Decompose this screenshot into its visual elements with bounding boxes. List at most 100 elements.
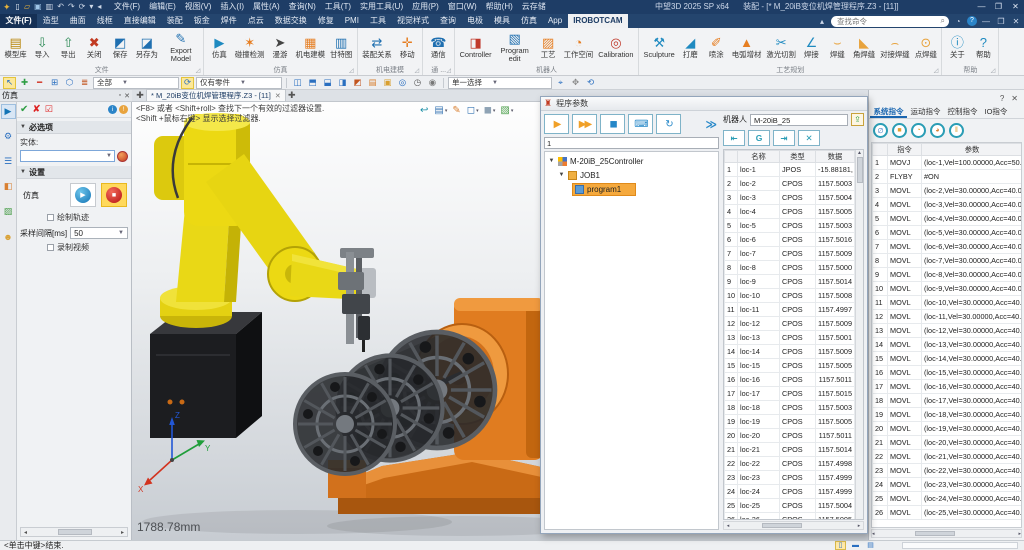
ribbon-button[interactable]: ➤漫游 xyxy=(267,35,293,59)
ribbon-button[interactable]: ⇧导出 xyxy=(55,35,81,59)
table-row[interactable]: 21MOVL(loc-20,Vel=30.00000,Acc=40. xyxy=(873,436,1023,450)
ribbon-button[interactable]: ▦机电建模 xyxy=(293,35,328,59)
ribbon-tab[interactable]: PMI xyxy=(339,14,364,28)
table-row[interactable]: 5loc-5CPOS1157.5003 xyxy=(725,219,855,233)
tool-strip-icon[interactable]: ☰ xyxy=(1,154,16,169)
menu-item[interactable]: 窗口(W) xyxy=(443,0,481,14)
location-table-vscrollbar[interactable]: ▲ xyxy=(855,150,863,519)
ribbon-button[interactable]: ✂激光切割 xyxy=(764,35,799,59)
instruction-tab[interactable]: IO指令 xyxy=(981,104,1011,118)
group-launcher-icon[interactable]: ◿ xyxy=(446,67,451,74)
quick-access-icon[interactable]: ⟳ xyxy=(79,0,86,14)
ribbon-tab[interactable]: 直接编辑 xyxy=(118,14,161,28)
program-toolbar-button[interactable]: ↻ xyxy=(656,114,681,134)
ribbon-button[interactable]: ⊙点焊缝 xyxy=(912,35,939,59)
apply-checkbox-icon[interactable]: ☑ xyxy=(45,104,53,115)
toolbar-icon[interactable]: ≣ xyxy=(78,77,91,89)
toolbar-icon[interactable]: ✥ xyxy=(569,77,582,89)
table-row[interactable]: 3MOVL(loc-2,Vel=30.00000,Acc=40.0 xyxy=(873,184,1023,198)
table-row[interactable]: 20MOVL(loc-19,Vel=30.00000,Acc=40. xyxy=(873,422,1023,436)
entity-input[interactable]: ▼ xyxy=(20,150,115,162)
instruction-tool-icon[interactable]: ◕ xyxy=(930,123,945,138)
group-launcher-icon[interactable]: ◿ xyxy=(349,67,354,74)
instruction-tab[interactable]: 系统指令 xyxy=(870,104,907,118)
tree-node-controller[interactable]: ▼ M-20iB_25Controller xyxy=(548,154,718,168)
view-tool-icon[interactable]: ↩ xyxy=(420,105,428,116)
ribbon-tab[interactable]: 文件(F) xyxy=(0,14,37,28)
document-tab[interactable]: * M_20iB变位机焊管理程序.Z3 - [11] ✕ xyxy=(146,89,286,101)
expand-panel-icon[interactable]: ≫ xyxy=(705,118,719,131)
tool-strip-icon[interactable]: ☻ xyxy=(1,229,16,244)
table-row[interactable]: 11loc-11CPOS1157.4997 xyxy=(725,303,855,317)
program-toolbar-button[interactable]: ◼ xyxy=(600,114,625,134)
quick-access-icon[interactable]: ▯ xyxy=(16,0,20,14)
table-row[interactable]: 18loc-18CPOS1157.5003 xyxy=(725,401,855,415)
table-row[interactable]: 23loc-23CPOS1157.4999 xyxy=(725,471,855,485)
draw-track-checkbox[interactable] xyxy=(47,214,54,221)
column-header-data[interactable]: 数据 xyxy=(816,151,855,163)
quick-access-icon[interactable]: ▾ xyxy=(89,0,93,14)
ribbon-button[interactable]: ✛移动 xyxy=(394,35,420,59)
location-tool-button[interactable]: G xyxy=(748,130,770,146)
ribbon-tab[interactable]: 点云 xyxy=(242,14,269,28)
ribbon-tab[interactable]: 数据交换 xyxy=(269,14,312,28)
sim-play-button[interactable]: ▶ xyxy=(70,183,96,207)
table-row[interactable]: 2loc-2CPOS1157.5003 xyxy=(725,177,855,191)
collapse-icon[interactable]: ▼ xyxy=(20,124,26,130)
program-toolbar-button[interactable]: ▶ xyxy=(544,114,569,134)
tab-list-icon[interactable]: ✚ xyxy=(134,90,146,101)
tree-caret-icon[interactable]: ▼ xyxy=(548,158,555,164)
table-row[interactable]: 14loc-14CPOS1157.5009 xyxy=(725,345,855,359)
table-row[interactable]: 4MOVL(loc-3,Vel=30.00000,Acc=40.0 xyxy=(873,198,1023,212)
table-row[interactable]: 21loc-21CPOS1157.5014 xyxy=(725,443,855,457)
status-toggle-icon[interactable]: ▤ xyxy=(865,541,876,550)
column-header-type[interactable]: 类型 xyxy=(780,151,816,163)
hint-icon[interactable]: ! xyxy=(119,105,128,114)
collapse-icon[interactable]: ▼ xyxy=(20,169,26,175)
table-row[interactable]: 13MOVL(loc-12,Vel=30.00000,Acc=40. xyxy=(873,324,1023,338)
menu-item[interactable]: 视图(V) xyxy=(180,0,216,14)
quick-access-icon[interactable]: ◂ xyxy=(97,0,101,14)
ribbon-button[interactable]: ☎通信 xyxy=(425,35,451,59)
column-header-name[interactable]: 名称 xyxy=(738,151,780,163)
toolbar-icon[interactable]: ▤ xyxy=(366,77,379,89)
doc-close-icon[interactable]: ✕ xyxy=(1010,17,1022,26)
ribbon-button[interactable]: ◩保存 xyxy=(107,35,133,59)
minimize-icon[interactable]: — xyxy=(973,0,990,14)
ribbon-button[interactable]: ▨工艺 xyxy=(535,35,561,59)
view-tool-icon[interactable]: ▤ xyxy=(434,105,446,116)
quick-access-icon[interactable]: ▣ xyxy=(34,0,42,14)
table-row[interactable]: 19loc-19CPOS1157.5005 xyxy=(725,415,855,429)
tool-strip-icon[interactable]: ⚙ xyxy=(1,129,16,144)
status-input-field[interactable] xyxy=(902,542,1018,549)
tab-close-icon[interactable]: ✕ xyxy=(275,92,281,100)
sim-stop-button[interactable]: ■ xyxy=(101,183,127,207)
table-row[interactable]: 9MOVL(loc-8,Vel=30.00000,Acc=40.0 xyxy=(873,268,1023,282)
interval-select[interactable]: 50▼ xyxy=(70,227,128,239)
ribbon-button[interactable]: ▤模型库 xyxy=(2,35,29,59)
entity-pick-button[interactable] xyxy=(117,151,128,162)
table-row[interactable]: 14MOVL(loc-13,Vel=30.00000,Acc=40. xyxy=(873,338,1023,352)
table-row[interactable]: 17MOVL(loc-16,Vel=30.00000,Acc=40. xyxy=(873,380,1023,394)
ribbon-button[interactable]: ◪另存为 xyxy=(133,35,160,59)
location-tool-button[interactable]: ✕ xyxy=(798,130,820,146)
toolbar-icon[interactable]: ⌖ xyxy=(554,77,567,89)
ribbon-tab[interactable]: 钣金 xyxy=(188,14,215,28)
view-tool-icon[interactable]: ▧ xyxy=(500,105,512,116)
ribbon-tab[interactable]: 工具 xyxy=(364,14,391,28)
tree-caret-icon[interactable]: ▼ xyxy=(558,172,565,178)
table-row[interactable]: 26MOVL(loc-25,Vel=30.00000,Acc=40. xyxy=(873,506,1023,520)
table-row[interactable]: 10loc-10CPOS1157.5008 xyxy=(725,289,855,303)
ribbon-tab[interactable]: 电极 xyxy=(461,14,488,28)
table-row[interactable]: 25loc-25CPOS1157.5004 xyxy=(725,499,855,513)
ribbon-tab[interactable]: 线框 xyxy=(91,14,118,28)
tree-node-program[interactable]: program1 xyxy=(548,182,718,196)
menu-item[interactable]: 工具(T) xyxy=(320,0,355,14)
toolbar-icon[interactable]: ◎ xyxy=(396,77,409,89)
ribbon-button[interactable]: ⌣焊缝 xyxy=(824,35,850,59)
table-row[interactable]: 8loc-8CPOS1157.5000 xyxy=(725,261,855,275)
ribbon-button[interactable]: ?帮助 xyxy=(970,35,996,59)
table-row[interactable]: 20loc-20CPOS1157.5011 xyxy=(725,429,855,443)
location-table-hscrollbar[interactable]: ◂▸ xyxy=(723,521,864,530)
table-row[interactable]: 3loc-3CPOS1157.5004 xyxy=(725,191,855,205)
